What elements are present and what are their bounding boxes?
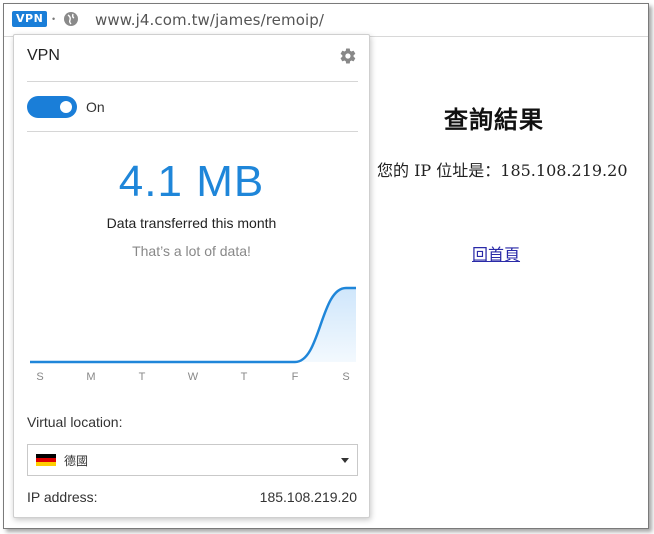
location-select[interactable]: 德國: [27, 444, 358, 476]
toggle-knob: [60, 101, 72, 113]
location-value: 德國: [64, 454, 89, 468]
day-tick-label: S: [36, 371, 44, 383]
day-tick-label: T: [138, 371, 146, 383]
data-amount: 4.1 MB: [118, 157, 265, 206]
day-tick-label: T: [240, 371, 248, 383]
chevron-down-icon: [341, 458, 349, 463]
day-axis: SMTWTFS: [30, 371, 356, 387]
ip-address-value: 185.108.219.20: [259, 489, 357, 505]
divider: [27, 81, 358, 82]
day-tick-label: M: [86, 371, 96, 383]
popup-title: VPN: [27, 47, 60, 64]
ip-result-text: 您的 IP 位址是：185.108.219.20: [377, 161, 628, 180]
usage-line: [30, 286, 356, 364]
germany-flag-icon: [36, 454, 56, 466]
gear-icon[interactable]: [339, 47, 357, 65]
vpn-popup: VPN On 4.1 MB Data transferred this mont…: [13, 34, 370, 518]
page-title: 查詢結果: [444, 106, 544, 134]
browser-window: VPN • www.j4.com.tw/james/remoip/ 查詢結果 您…: [3, 3, 649, 529]
day-tick-label: W: [187, 371, 199, 383]
divider: [27, 131, 358, 132]
data-note: That’s a lot of data!: [132, 243, 251, 259]
usage-chart: [30, 286, 356, 364]
globe-icon[interactable]: [63, 11, 79, 27]
toggle-label: On: [86, 99, 105, 115]
day-tick-label: F: [291, 371, 299, 383]
vpn-toggle[interactable]: [27, 96, 77, 118]
virtual-location-label: Virtual location:: [27, 414, 123, 430]
address-bar[interactable]: VPN • www.j4.com.tw/james/remoip/: [4, 4, 648, 37]
ip-address-label: IP address:: [27, 489, 98, 505]
url-text[interactable]: www.j4.com.tw/james/remoip/: [95, 11, 324, 29]
day-tick-label: S: [342, 371, 350, 383]
data-caption: Data transferred this month: [106, 215, 277, 231]
separator-dot: •: [52, 14, 56, 24]
home-link[interactable]: 回首頁: [472, 241, 520, 265]
vpn-badge-button[interactable]: VPN: [12, 11, 48, 27]
usage-area: [30, 288, 356, 362]
